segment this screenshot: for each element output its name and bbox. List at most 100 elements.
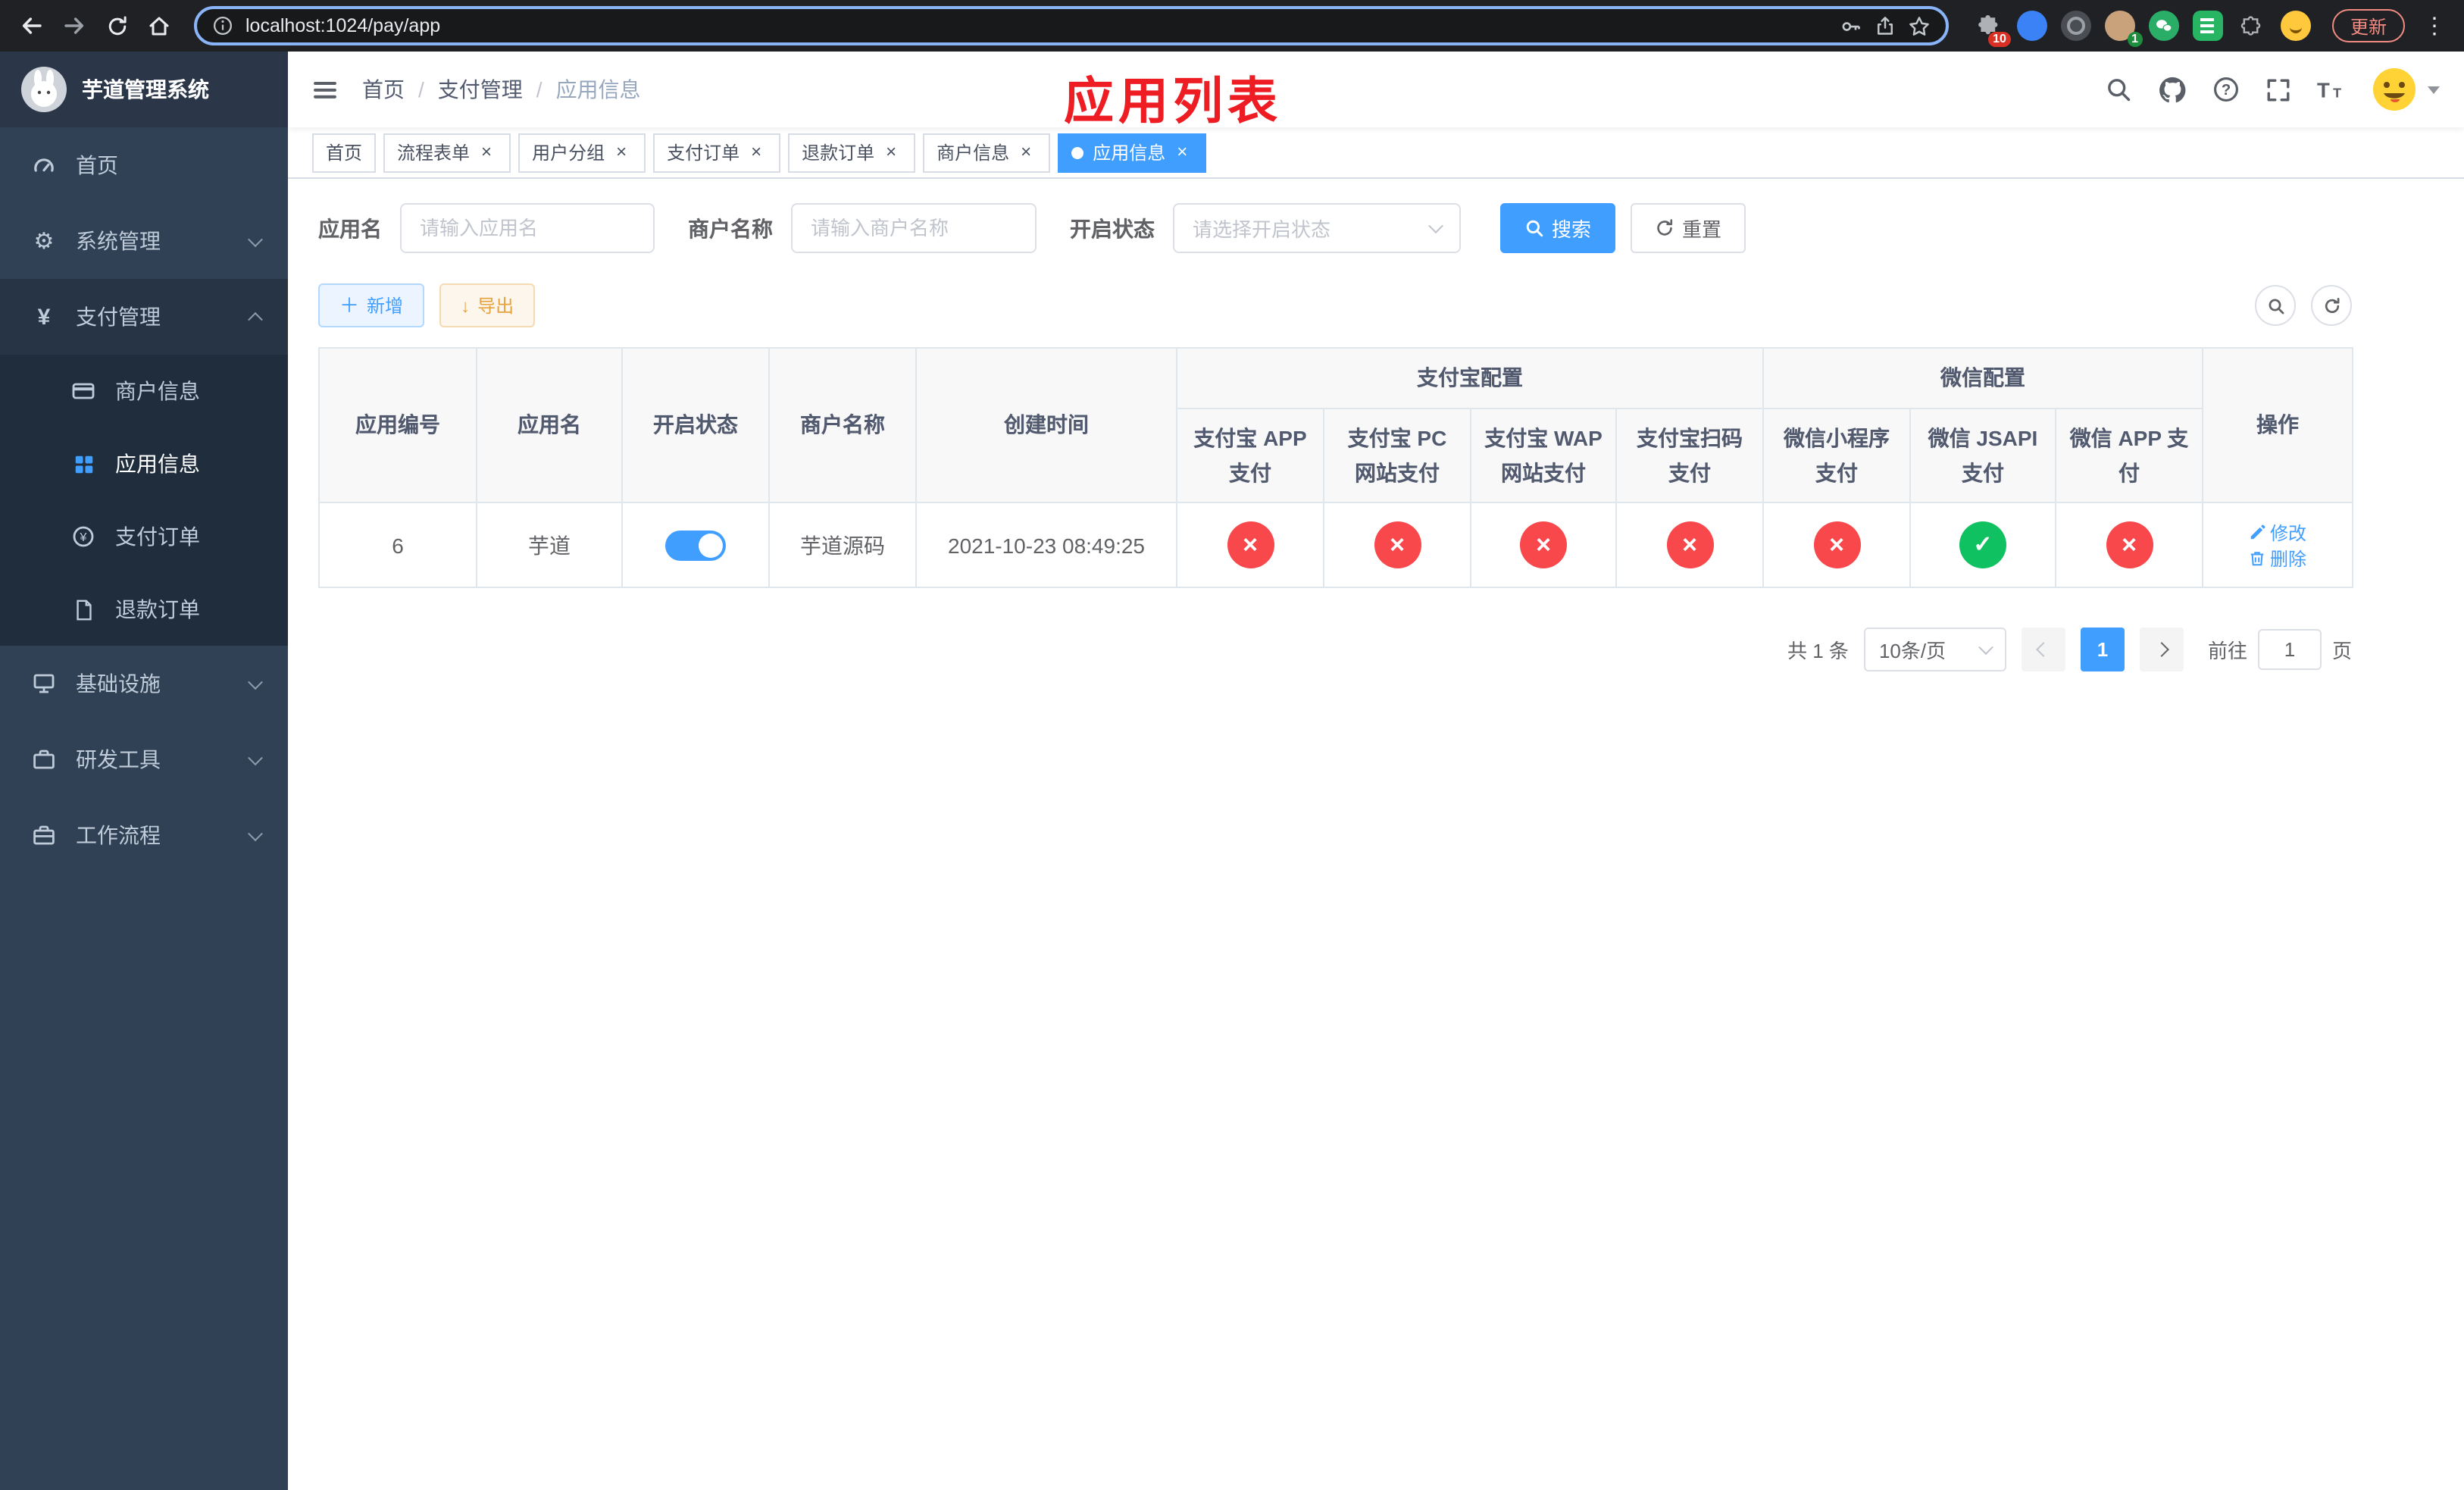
add-button[interactable]: ＋ 新增	[318, 283, 425, 327]
submenu-item-label: 支付订单	[115, 524, 200, 549]
extension-blue-icon[interactable]	[2016, 11, 2047, 41]
sidebar-item-dev-tools[interactable]: 研发工具	[0, 722, 288, 797]
table-toolbar: ＋ 新增 ↓ 导出	[318, 283, 2352, 327]
sidebar-subitem-merchant-info[interactable]: 商户信息	[0, 355, 288, 427]
tab-process-form[interactable]: 流程表单	[383, 133, 511, 172]
svg-text:T: T	[2317, 78, 2330, 102]
sidebar-item-payment[interactable]: ¥ 支付管理	[0, 279, 288, 355]
delete-link[interactable]: 删除	[2249, 545, 2306, 571]
export-button[interactable]: ↓ 导出	[439, 283, 536, 327]
breadcrumb-item-payment[interactable]: 支付管理	[438, 74, 556, 105]
browser-home-button[interactable]	[139, 6, 179, 45]
merchant-name-input[interactable]	[791, 203, 1037, 253]
sidebar-item-workflow[interactable]: 工作流程	[0, 797, 288, 873]
sidebar-item-label: 基础设施	[76, 671, 161, 696]
col-alipay-pc: 支付宝 PC 网站支付	[1323, 408, 1471, 503]
col-wechat-jsapi: 微信 JSAPI 支付	[1909, 408, 2056, 503]
status-select[interactable]: 请选择开启状态	[1173, 203, 1461, 253]
browser-update-button[interactable]: 更新	[2331, 9, 2405, 42]
user-menu[interactable]	[2372, 67, 2440, 112]
prev-page-button[interactable]	[2021, 628, 2065, 671]
search-icon[interactable]	[2105, 76, 2132, 103]
address-bar[interactable]: localhost:1024/pay/app	[194, 6, 1949, 45]
browser-menu-button[interactable]: ⋮	[2417, 12, 2452, 39]
sidebar-item-home[interactable]: 首页	[0, 127, 288, 203]
wechat-app-status: ×	[2106, 521, 2153, 568]
sidebar-collapse-button[interactable]	[312, 77, 338, 102]
close-icon[interactable]	[746, 142, 767, 163]
close-icon[interactable]	[476, 142, 497, 163]
sidebar-subitem-payment-order[interactable]: ¥ 支付订单	[0, 500, 288, 573]
search-icon	[1526, 220, 1543, 237]
share-icon[interactable]	[1875, 15, 1896, 36]
fullscreen-icon[interactable]	[2265, 77, 2291, 102]
bookmark-star-icon[interactable]	[1908, 14, 1931, 37]
toggle-search-button[interactable]	[2255, 285, 2296, 326]
app-table: 应用编号 应用名 开启状态 商户名称 创建时间 支付宝配置 微信配置 操作 支付…	[318, 347, 2354, 588]
toolbox-icon	[30, 747, 58, 772]
sidebar-item-label: 支付管理	[76, 305, 161, 329]
refresh-table-button[interactable]	[2311, 285, 2352, 326]
close-icon[interactable]	[611, 142, 632, 163]
col-created: 创建时间	[915, 347, 1177, 503]
filter-form: 应用名 商户名称 开启状态 请选择开启状态	[318, 203, 2434, 253]
help-icon[interactable]: ?	[2212, 76, 2240, 103]
browser-reload-button[interactable]	[97, 6, 136, 45]
sidebar-subitem-refund-order[interactable]: 退款订单	[0, 573, 288, 646]
tab-refund-order[interactable]: 退款订单	[788, 133, 916, 172]
col-status: 开启状态	[621, 347, 770, 503]
page-1-button[interactable]: 1	[2080, 628, 2125, 671]
svg-text:T: T	[2333, 85, 2341, 100]
extension-puzzle-icon[interactable]: 10	[1973, 11, 2011, 47]
sidebar: 芋道管理系统 首页 ⚙ 系统管理 ¥ 支付管理 商户信息 应用信息 ¥ 支付订单…	[0, 52, 288, 1490]
alipay-wap-status: ×	[1520, 521, 1567, 568]
notes-extension-icon[interactable]	[2192, 11, 2223, 41]
chevron-down-icon	[2428, 86, 2440, 93]
enable-switch[interactable]	[665, 530, 726, 560]
breadcrumb: 首页 支付管理 应用信息	[362, 74, 641, 105]
tab-home[interactable]: 首页	[312, 133, 377, 172]
page-annotation: 应用列表	[1064, 73, 1282, 129]
briefcase-icon	[30, 823, 58, 847]
tab-user-group[interactable]: 用户分组	[518, 133, 646, 172]
close-icon[interactable]	[880, 142, 902, 163]
tab-app-info[interactable]: 应用信息	[1058, 133, 1207, 172]
cell-actions: 修改 删除	[2202, 502, 2354, 588]
font-size-icon[interactable]: TT	[2317, 77, 2346, 102]
page-size-select[interactable]: 10条/页	[1863, 628, 2006, 671]
wechat-extension-icon[interactable]	[2148, 11, 2179, 41]
close-icon[interactable]	[1015, 142, 1037, 163]
password-key-icon[interactable]	[1840, 14, 1862, 37]
extension-profile-icon[interactable]: 1	[2104, 11, 2143, 47]
sidebar-item-infrastructure[interactable]: 基础设施	[0, 646, 288, 722]
chevron-down-icon	[1428, 218, 1443, 234]
sidebar-item-label: 首页	[76, 153, 118, 177]
url-text[interactable]: localhost:1024/pay/app	[245, 15, 1828, 36]
extensions-menu-icon[interactable]	[2237, 11, 2267, 41]
search-button[interactable]: 搜索	[1500, 203, 1616, 253]
col-app-id: 应用编号	[318, 347, 477, 503]
next-page-button[interactable]	[2139, 628, 2184, 671]
sidebar-subitem-app-info[interactable]: 应用信息	[0, 427, 288, 500]
browser-back-button[interactable]	[12, 6, 52, 45]
monitor-icon	[30, 671, 58, 696]
extension-dark-icon[interactable]	[2060, 11, 2091, 41]
app-logo-row[interactable]: 芋道管理系统	[0, 52, 288, 127]
col-alipay-app: 支付宝 APP 支付	[1176, 408, 1324, 503]
close-icon[interactable]	[1171, 142, 1193, 163]
app-name-input[interactable]	[400, 203, 655, 253]
breadcrumb-item-home[interactable]: 首页	[362, 74, 438, 105]
site-info-icon[interactable]	[212, 15, 233, 36]
browser-profile-avatar[interactable]	[2280, 11, 2311, 41]
reset-button[interactable]: 重置	[1631, 203, 1746, 253]
goto-page-input[interactable]	[2257, 629, 2322, 670]
tab-label: 商户信息	[937, 142, 1010, 164]
tab-payment-order[interactable]: 支付订单	[653, 133, 781, 172]
browser-forward-button[interactable]	[55, 6, 94, 45]
sidebar-item-system[interactable]: ⚙ 系统管理	[0, 203, 288, 279]
col-actions: 操作	[2202, 347, 2354, 503]
edit-link[interactable]: 修改	[2249, 519, 2306, 545]
github-icon[interactable]	[2158, 75, 2187, 104]
svg-text:?: ?	[2222, 82, 2231, 99]
tab-merchant-info[interactable]: 商户信息	[923, 133, 1051, 172]
